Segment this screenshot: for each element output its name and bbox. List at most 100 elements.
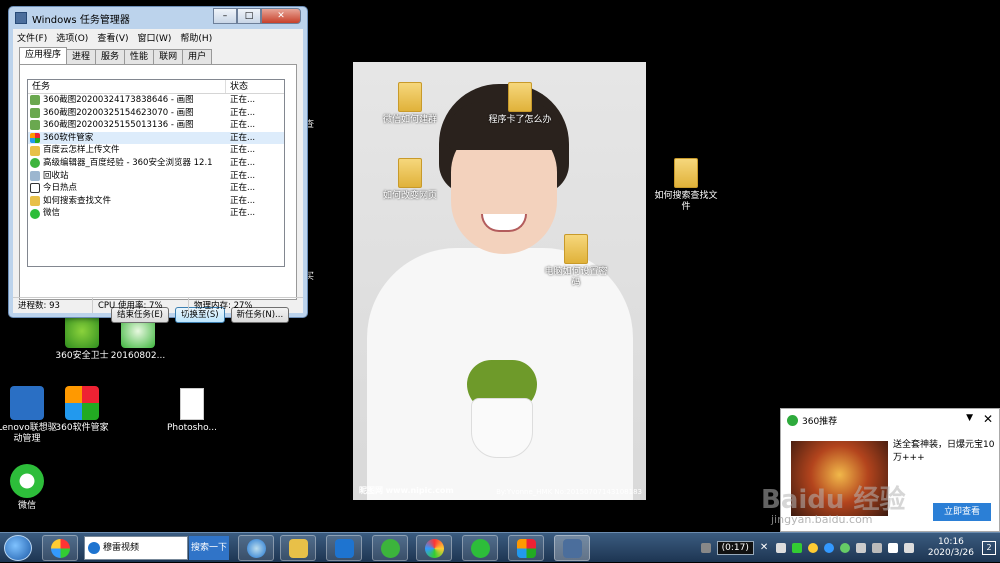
browser-tray-icon[interactable] bbox=[839, 543, 850, 553]
taskbar-app-wechat[interactable] bbox=[462, 535, 498, 561]
taskbar-app-360[interactable] bbox=[42, 535, 78, 561]
task-status: 正在... bbox=[230, 208, 256, 219]
paint-icon bbox=[30, 120, 40, 131]
taskbar-app-explorer[interactable] bbox=[280, 535, 316, 561]
desktop-icon-label: 如何改变网页 bbox=[382, 191, 437, 201]
ie-icon bbox=[247, 539, 266, 558]
task-row[interactable]: 高级编辑器_百度经验 - 360安全浏览器 12.1 正在... bbox=[28, 157, 284, 170]
task-row[interactable]: 百度云怎样上传文件 正在... bbox=[28, 144, 284, 157]
task-row[interactable]: 360截图20200325154623070 - 画图 正在... bbox=[28, 107, 284, 120]
popup-view-button[interactable]: 立即查看 bbox=[933, 503, 991, 521]
taskbar-app-task-manager[interactable] bbox=[554, 535, 590, 561]
search-button[interactable]: 搜索一下 bbox=[189, 536, 229, 560]
task-row[interactable]: 如何搜索查找文件 正在... bbox=[28, 195, 284, 208]
popup-menu-icon[interactable]: ▼ bbox=[966, 413, 973, 423]
chevron-up-icon[interactable] bbox=[775, 543, 786, 553]
360-tray-icon[interactable] bbox=[791, 543, 802, 553]
start-button[interactable] bbox=[4, 535, 32, 561]
popup-title: 360推荐 bbox=[802, 416, 838, 427]
clock[interactable]: 10:16 2020/3/26 bbox=[928, 537, 974, 559]
desktop-icon-photoshop[interactable]: Photosho... bbox=[160, 388, 224, 434]
tab-applications[interactable]: 应用程序 bbox=[19, 47, 68, 64]
task-row[interactable]: 360截图20200325155013136 - 画图 正在... bbox=[28, 119, 284, 132]
tab-performance[interactable]: 性能 bbox=[124, 49, 155, 64]
status-cpu: CPU 使用率: 7% bbox=[93, 298, 189, 313]
task-name: 360截图20200325154623070 - 画图 bbox=[43, 107, 194, 118]
tab-strip: 应用程序 进程 服务 性能 联网 用户 bbox=[19, 47, 213, 64]
minimize-button[interactable]: – bbox=[213, 8, 237, 24]
menu-help[interactable]: 帮助(H) bbox=[180, 31, 212, 44]
task-status: 正在... bbox=[230, 132, 256, 143]
desktop-folder[interactable]: 如何改变网页 bbox=[378, 158, 442, 202]
task-status: 正在... bbox=[230, 195, 256, 206]
keyboard-icon[interactable] bbox=[700, 543, 711, 553]
task-row[interactable]: 360软件管家 正在... bbox=[28, 131, 284, 145]
input-method-icon[interactable] bbox=[871, 543, 882, 553]
desktop-icon-360-software[interactable]: 360软件管家 bbox=[50, 386, 114, 434]
popup-close-icon[interactable]: ✕ bbox=[983, 412, 993, 426]
clock-date: 2020/3/26 bbox=[927, 548, 974, 558]
popup-text[interactable]: 送全套神装，日爆元宝10万+++ bbox=[893, 439, 997, 465]
desktop-icon-label: 微信 bbox=[17, 501, 36, 511]
tab-services[interactable]: 服务 bbox=[95, 49, 126, 64]
security-icon[interactable] bbox=[807, 543, 818, 553]
maximize-button[interactable]: □ bbox=[237, 8, 261, 24]
tab-networking[interactable]: 联网 bbox=[153, 49, 184, 64]
folder-icon bbox=[398, 82, 422, 112]
desktop-icon-label: 360安全卫士 bbox=[55, 351, 109, 361]
menu-window[interactable]: 窗口(W) bbox=[138, 31, 172, 44]
network-signal-icon[interactable] bbox=[887, 543, 898, 553]
menu-view[interactable]: 查看(V) bbox=[97, 31, 128, 44]
task-status: 正在... bbox=[230, 145, 256, 156]
notification-badge[interactable]: 2 bbox=[982, 541, 996, 555]
paint-icon bbox=[30, 107, 40, 118]
task-row[interactable]: 回收站 正在... bbox=[28, 170, 284, 183]
search-text: 穆雷视频 bbox=[103, 543, 140, 553]
status-bar: 进程数: 93 CPU 使用率: 7% 物理内存: 27% bbox=[13, 297, 303, 313]
desktop-icon-label: Photosho... bbox=[167, 423, 217, 433]
baidu-watermark-url: jingyan.baidu.com bbox=[771, 513, 873, 526]
recording-timer[interactable]: (0:17) bbox=[716, 541, 754, 555]
task-manager-icon bbox=[563, 539, 582, 558]
tab-users[interactable]: 用户 bbox=[182, 49, 213, 64]
close-button[interactable]: ✕ bbox=[261, 8, 301, 24]
desktop-icon-label: 电脑如何设置密码 bbox=[544, 267, 608, 288]
menu-options[interactable]: 选项(O) bbox=[56, 31, 88, 44]
desktop-icon-label: 360软件管家 bbox=[55, 423, 109, 433]
search-input[interactable]: 穆雷视频 bbox=[84, 536, 188, 560]
taskbar-app-360-browser[interactable] bbox=[372, 535, 408, 561]
desktop-folder[interactable]: 微信如何建群 bbox=[378, 82, 442, 126]
task-name: 360软件管家 bbox=[43, 132, 94, 143]
desktop-folder[interactable]: 电脑如何设置密码 bbox=[544, 234, 608, 289]
folder-icon bbox=[508, 82, 532, 112]
taskbar-app-paint[interactable] bbox=[416, 535, 452, 561]
task-row[interactable]: 今日热点 正在... bbox=[28, 182, 284, 195]
desktop-icon-label: 微信如何建群 bbox=[382, 115, 437, 125]
task-list-header: 任务 状态 bbox=[28, 80, 284, 94]
battery-icon[interactable] bbox=[855, 543, 866, 553]
task-name: 如何搜索查找文件 bbox=[43, 195, 112, 206]
menu-file[interactable]: 文件(F) bbox=[17, 31, 47, 44]
desktop-folder[interactable]: 程序卡了怎么办 bbox=[488, 82, 552, 126]
task-row[interactable]: 微信 正在... bbox=[28, 207, 284, 220]
close-icon[interactable]: ✕ bbox=[760, 543, 770, 553]
volume-icon[interactable] bbox=[903, 543, 914, 553]
desktop-icon-360-safe[interactable]: 360安全卫士 bbox=[50, 314, 114, 362]
tab-processes[interactable]: 进程 bbox=[66, 49, 97, 64]
task-row[interactable]: 360截图20200324173838646 - 画图 正在... bbox=[28, 94, 284, 107]
window-title: Windows 任务管理器 bbox=[32, 14, 130, 26]
taskbar-app-news[interactable] bbox=[326, 535, 362, 561]
network-monitor-icon[interactable] bbox=[823, 543, 834, 553]
column-header-task[interactable]: 任务 bbox=[28, 80, 226, 93]
task-name: 回收站 bbox=[43, 170, 69, 181]
desktop-icon-wechat[interactable]: 微信 bbox=[0, 464, 59, 512]
taskbar-app-360-software[interactable] bbox=[508, 535, 544, 561]
paint-palette-icon bbox=[425, 539, 444, 558]
news-icon bbox=[335, 539, 354, 558]
desktop-folder[interactable]: 如何搜索查找文件 bbox=[654, 158, 718, 213]
taskbar-app-ie[interactable] bbox=[238, 535, 274, 561]
task-name: 微信 bbox=[43, 208, 61, 219]
taskbar: 穆雷视频 搜索一下 (0:17) ✕ 10:16 2020/3/26 2 bbox=[0, 532, 1000, 562]
wechat-icon bbox=[471, 539, 490, 558]
column-header-status[interactable]: 状态 bbox=[226, 80, 248, 93]
